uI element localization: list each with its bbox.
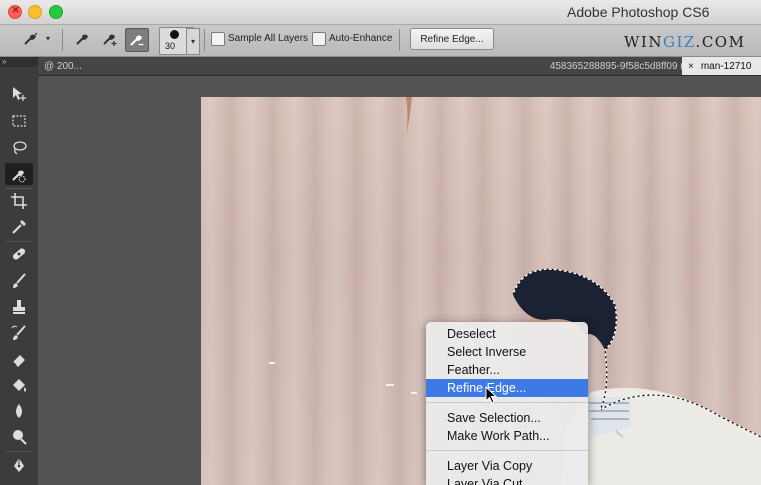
- menu-item-select-inverse[interactable]: Select Inverse: [426, 343, 588, 361]
- quick-selection-new-icon: [76, 34, 88, 45]
- zoom-window-button[interactable]: [49, 5, 63, 19]
- paint-bucket-tool-icon[interactable]: [5, 374, 33, 396]
- quick-selection-add-icon: [103, 34, 117, 46]
- menu-item-layer-via-cut[interactable]: Layer Via Cut: [426, 475, 588, 485]
- menu-item-feather[interactable]: Feather...: [426, 361, 588, 379]
- separator: [399, 29, 400, 51]
- clone-stamp-tool-icon[interactable]: [5, 296, 33, 318]
- eyedropper-tool-icon[interactable]: [5, 216, 33, 238]
- brush-size: 30: [165, 41, 176, 51]
- tool-preset-picker[interactable]: [20, 28, 42, 50]
- menu-separator: [426, 450, 588, 451]
- menu-item-make-work-path[interactable]: Make Work Path...: [426, 427, 588, 445]
- quick-selection-subtract-icon: [130, 35, 144, 46]
- new-selection-button[interactable]: [72, 28, 94, 50]
- quick-selection-icon: [24, 33, 37, 45]
- panel-collapse-icon[interactable]: »: [0, 57, 38, 67]
- close-tab-icon[interactable]: ×: [688, 61, 694, 72]
- subtract-from-selection-button[interactable]: [125, 28, 149, 52]
- title-bar: Adobe Photoshop CS6: [0, 0, 761, 25]
- minimize-window-button[interactable]: [28, 5, 42, 19]
- menu-item-layer-via-copy[interactable]: Layer Via Copy: [426, 457, 588, 475]
- add-to-selection-button[interactable]: [99, 28, 121, 50]
- chevron-down-icon[interactable]: ▾: [46, 34, 50, 43]
- document-tab-bar: @ 200... 458365288895-9f58c5d8ff09 (1).p…: [38, 57, 761, 76]
- refine-edge-button[interactable]: Refine Edge...: [410, 28, 494, 50]
- dodge-tool-icon[interactable]: [5, 426, 33, 448]
- separator: [204, 29, 205, 51]
- document-tab-active[interactable]: × man-12710: [682, 57, 761, 75]
- separator: [62, 29, 63, 51]
- chevron-down-icon: ▾: [190, 37, 195, 46]
- marquee-tool-icon[interactable]: [5, 110, 33, 132]
- brush-tip-icon: [170, 30, 179, 39]
- document-tab[interactable]: 458365288895-9f58c5d8ff09 (1).png: [96, 57, 721, 75]
- context-menu: Deselect Select Inverse Feather... Refin…: [426, 322, 588, 485]
- document-tab[interactable]: @ 200...: [38, 57, 97, 75]
- tools-panel: »: [0, 57, 39, 485]
- mouse-pointer-icon: [485, 386, 498, 404]
- sample-all-layers-label: Sample All Layers: [228, 33, 309, 44]
- auto-enhance-checkbox[interactable]: [312, 32, 326, 46]
- history-brush-tool-icon[interactable]: [5, 322, 33, 344]
- crop-tool-icon[interactable]: [5, 190, 33, 212]
- sample-all-layers-checkbox[interactable]: [211, 32, 225, 46]
- blur-tool-icon[interactable]: [5, 400, 33, 422]
- options-bar: ▾ 30 ▾ Sample All Layers Auto-Enhance Re…: [0, 25, 761, 57]
- brush-tool-icon[interactable]: [5, 270, 33, 292]
- menu-item-deselect[interactable]: Deselect: [426, 325, 588, 343]
- auto-enhance-label: Auto-Enhance: [329, 33, 393, 44]
- eraser-tool-icon[interactable]: [5, 348, 33, 370]
- watermark-logo: WINGIZ.COM: [624, 33, 746, 51]
- healing-brush-tool-icon[interactable]: [5, 243, 33, 265]
- menu-item-refine-edge[interactable]: Refine Edge...: [426, 379, 588, 397]
- menu-separator: [426, 402, 588, 403]
- brush-picker-dropdown[interactable]: ▾: [186, 28, 200, 55]
- window-title: Adobe Photoshop CS6: [567, 4, 710, 20]
- menu-item-save-selection[interactable]: Save Selection...: [426, 409, 588, 427]
- close-window-button[interactable]: [8, 3, 22, 19]
- lasso-tool-icon[interactable]: [5, 137, 33, 159]
- move-tool-icon[interactable]: [5, 83, 33, 105]
- quick-selection-tool-icon[interactable]: [5, 163, 33, 185]
- pen-tool-icon[interactable]: [5, 454, 33, 476]
